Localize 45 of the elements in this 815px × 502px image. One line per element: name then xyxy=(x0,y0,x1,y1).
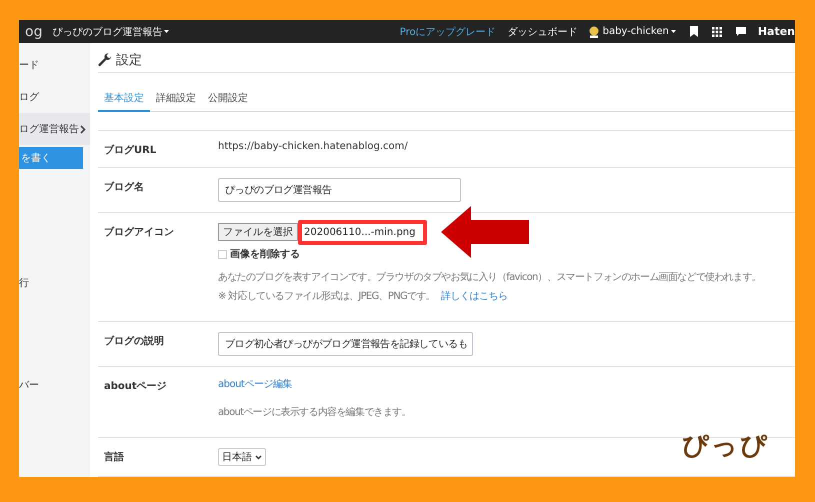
details-link[interactable]: 詳しくはこちら xyxy=(440,289,508,303)
caret-icon xyxy=(164,30,170,33)
settings-tab[interactable]: 詳細設定 xyxy=(150,87,202,112)
field-value: https://baby-chicken.hatenablog.com/ xyxy=(218,141,408,152)
sidebar-item[interactable]: バー xyxy=(19,369,90,401)
chevron-down-icon xyxy=(255,454,262,460)
row-label: ブログURL xyxy=(104,144,158,157)
text-field[interactable]: ぴっぴのブログ運営報告 xyxy=(218,178,461,202)
sidebar-item[interactable]: ログ運営報告 xyxy=(19,113,90,145)
edit-link[interactable]: aboutページ編集 xyxy=(218,377,292,391)
blog-menu[interactable]: ぴっぴのブログ運営報告 xyxy=(52,24,162,38)
help-text: あなたのブログを表すアイコンです。ブラウザのタブやお気に入り（favicon）、スマートフォンのホーム画面などで使われます。 xyxy=(218,270,761,284)
arrow-icon xyxy=(441,206,530,258)
settings-tab[interactable]: 基本設定 xyxy=(98,87,150,112)
wrench-icon xyxy=(98,52,112,66)
caret-icon xyxy=(670,30,676,33)
help-text: aboutページに表示する内容を編集できます。 xyxy=(218,406,411,419)
row-label: ブログアイコン xyxy=(104,226,175,240)
file-button[interactable]: ファイルを選択 xyxy=(218,223,298,241)
upgrade-link[interactable]: Proにアップグレード xyxy=(400,24,496,38)
chevron-right-icon xyxy=(80,124,86,134)
file-name: 202006110...-min.png xyxy=(298,220,428,244)
avatar-icon xyxy=(588,26,600,38)
hatena-logo[interactable]: Haten xyxy=(758,25,795,38)
row-label: ブログ名 xyxy=(104,180,145,195)
grid-icon[interactable] xyxy=(712,26,722,36)
row-label: ブログの説明 xyxy=(104,334,165,349)
dashboard-link[interactable]: ダッシュボード xyxy=(508,24,578,38)
checkbox[interactable] xyxy=(218,250,227,258)
signature-text: ぴっぴ xyxy=(682,430,769,463)
message-icon[interactable] xyxy=(736,27,746,36)
text-field[interactable]: ブログ初心者ぴっぴがブログ運営報告を記録しているも xyxy=(218,332,473,356)
row-label: aboutページ xyxy=(104,380,168,394)
user-menu[interactable]: baby-chicken xyxy=(602,26,669,37)
brand-text: og xyxy=(25,24,42,40)
sidebar-item[interactable]: ード xyxy=(19,49,90,81)
settings-tab[interactable]: 公開設定 xyxy=(202,87,254,112)
row-label: 言語 xyxy=(104,450,125,465)
sidebar-item[interactable]: ログ xyxy=(19,81,90,113)
bookmark-icon[interactable] xyxy=(690,26,698,37)
checkbox-label: 画像を削除する xyxy=(230,248,300,261)
sidebar-item[interactable]: 行 xyxy=(19,267,90,299)
language-select[interactable]: 日本語 xyxy=(218,448,266,466)
help-text: ※ 対応しているファイル形式は、JPEG、PNGです。 xyxy=(218,290,435,303)
page-title: 設定 xyxy=(116,52,142,68)
